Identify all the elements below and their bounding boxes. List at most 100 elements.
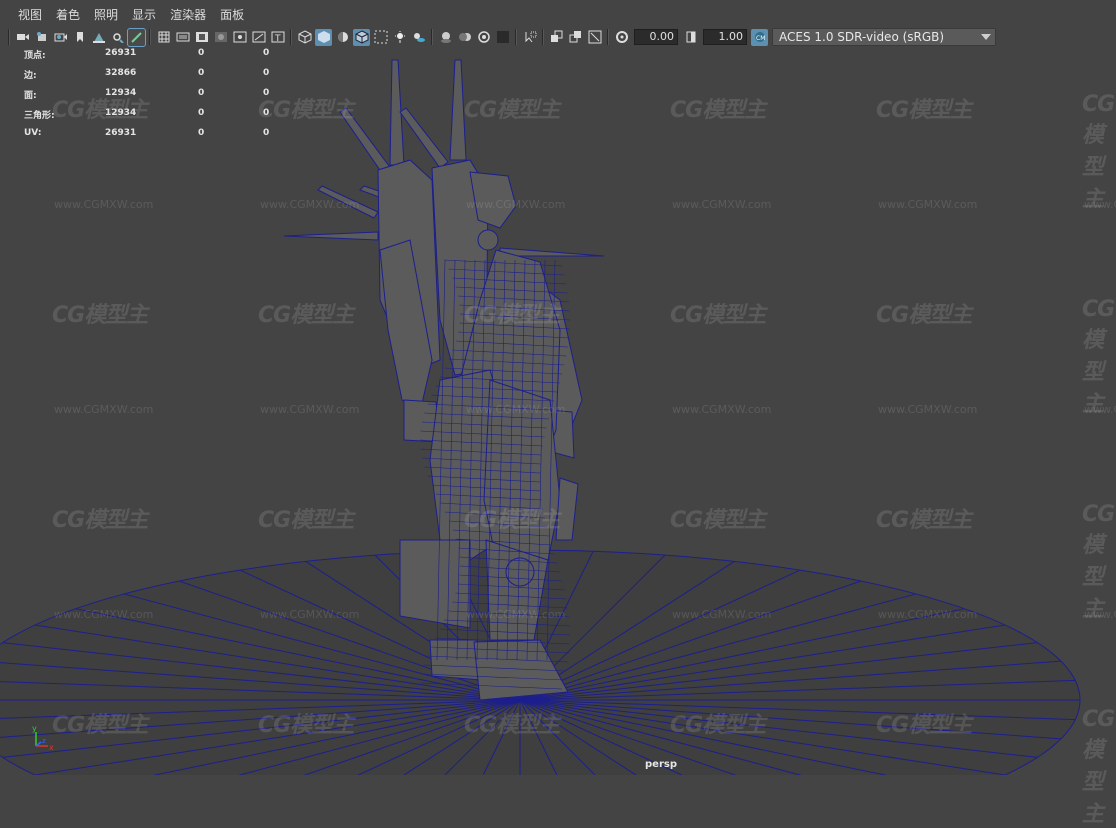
watermark-url: www.CGMXW.com bbox=[260, 608, 360, 621]
grid-icon[interactable] bbox=[155, 29, 172, 46]
resolution-gate-icon[interactable] bbox=[193, 29, 210, 46]
watermark-logo: CG模型主 bbox=[464, 713, 560, 738]
menu-lighting[interactable]: 照明 bbox=[87, 0, 125, 27]
hud-value-selected: 0 bbox=[198, 48, 205, 58]
bookmark-icon[interactable] bbox=[71, 29, 88, 46]
hip-disc bbox=[477, 229, 499, 251]
2d-pan-zoom-icon[interactable] bbox=[109, 29, 126, 46]
isolate-select-icon[interactable] bbox=[521, 29, 538, 46]
watermark-logo: CG模型主 bbox=[670, 98, 766, 123]
xray-active-icon[interactable] bbox=[567, 29, 584, 46]
watermark-logo: CG模型主 bbox=[1082, 502, 1115, 622]
knee-disc bbox=[505, 557, 535, 587]
gamma-icon[interactable] bbox=[682, 29, 699, 46]
watermark-url: www.CGMXW.com bbox=[878, 198, 978, 211]
watermark-logo: CG模型主 bbox=[258, 303, 354, 328]
depth-of-field-icon[interactable] bbox=[494, 29, 511, 46]
viewport-panel[interactable]: CG模型主 www.CGMXW.com CG模型主 www.CGMXW.com CG模型… bbox=[0, 47, 1116, 827]
watermark-logo: CG模型主 bbox=[52, 508, 148, 533]
menu-view[interactable]: 视图 bbox=[0, 0, 49, 27]
axis-x-label: x bbox=[49, 743, 54, 752]
hud-value-total: 32866 bbox=[105, 68, 137, 78]
film-gate-icon[interactable] bbox=[174, 29, 191, 46]
watermark-logo: CG模型主 bbox=[876, 508, 972, 533]
watermark-url: www.CGMXW.com bbox=[54, 403, 154, 416]
color-space-dropdown[interactable]: ACES 1.0 SDR-video (sRGB) bbox=[772, 28, 996, 46]
use-all-lights-icon[interactable] bbox=[391, 29, 408, 46]
safe-title-icon[interactable]: T bbox=[269, 29, 286, 46]
hud-value-components: 0 bbox=[263, 108, 270, 118]
hud-label: 三角形: bbox=[24, 111, 55, 121]
anti-aliasing-icon[interactable] bbox=[475, 29, 492, 46]
watermark-logo: CG模型主 bbox=[258, 713, 354, 738]
watermark-url: www.CGMXW.com bbox=[466, 198, 566, 211]
watermark-url: www.CGMXW.com bbox=[672, 198, 772, 211]
safe-action-icon[interactable] bbox=[250, 29, 267, 46]
toolbar-separator bbox=[607, 29, 609, 45]
knee-armor bbox=[555, 477, 579, 541]
watermark-logo: CG模型主 bbox=[1082, 92, 1115, 212]
smooth-shade-icon[interactable] bbox=[315, 28, 332, 46]
menu-bar: 视图 着色 照明 显示 渲染器 面板 bbox=[0, 0, 1116, 27]
hud-row-faces: 面: 12934 0 0 bbox=[24, 88, 284, 108]
menu-renderer[interactable]: 渲染器 bbox=[163, 0, 213, 27]
xray-icon[interactable] bbox=[372, 29, 389, 46]
shadows-icon[interactable] bbox=[410, 29, 427, 46]
color-space-value: ACES 1.0 SDR-video (sRGB) bbox=[779, 30, 945, 44]
hud-row-uvs: UV: 26931 0 0 bbox=[24, 128, 284, 148]
hud-label: UV: bbox=[24, 128, 42, 138]
watermark-logo: CG模型主 bbox=[670, 713, 766, 738]
select-camera-icon[interactable] bbox=[14, 29, 31, 46]
hud-row-vertices: 顶点: 26931 0 0 bbox=[24, 48, 284, 68]
watermark-url: www.CGMXW.com bbox=[466, 403, 566, 416]
hud-value-total: 12934 bbox=[105, 108, 137, 118]
watermark-logo: CG模型主 bbox=[876, 98, 972, 123]
hud-row-edges: 边: 32866 0 0 bbox=[24, 68, 284, 88]
hud-value-total: 12934 bbox=[105, 88, 137, 98]
exposure-field[interactable]: 0.00 bbox=[634, 29, 678, 45]
chevron-down-icon bbox=[981, 34, 991, 40]
image-plane-icon[interactable] bbox=[90, 29, 107, 46]
menu-panels[interactable]: 面板 bbox=[213, 0, 251, 27]
watermark-url: www.CGMXW.com bbox=[878, 403, 978, 416]
watermark-url: www.CGMXW.com bbox=[54, 608, 154, 621]
watermark-logo: CG模型主 bbox=[464, 508, 560, 533]
menu-shading[interactable]: 着色 bbox=[49, 0, 87, 27]
field-chart-icon[interactable] bbox=[231, 29, 248, 46]
xray-joints-icon[interactable] bbox=[548, 29, 565, 46]
wireframe-on-shaded-icon[interactable] bbox=[353, 28, 370, 46]
watermark-url: www.CGMXW.com bbox=[466, 608, 566, 621]
hud-value-components: 0 bbox=[263, 128, 270, 138]
toolbar-separator bbox=[431, 29, 433, 45]
watermark-logo: CG模型主 bbox=[464, 98, 560, 123]
hud-value-selected: 0 bbox=[198, 88, 205, 98]
menu-show[interactable]: 显示 bbox=[125, 0, 163, 27]
camera-lock-icon[interactable] bbox=[52, 29, 69, 46]
gate-mask-icon[interactable] bbox=[212, 29, 229, 46]
camera-frame-icon[interactable] bbox=[586, 29, 603, 46]
watermark-logo: CG模型主 bbox=[670, 303, 766, 328]
color-management-icon[interactable]: CM bbox=[751, 28, 768, 46]
motion-blur-icon[interactable] bbox=[456, 29, 473, 46]
watermark-url: www.CGMXW.com bbox=[1084, 403, 1116, 416]
watermark-url: www.CGMXW.com bbox=[878, 608, 978, 621]
default-material-icon[interactable] bbox=[334, 29, 351, 46]
grease-pencil-icon[interactable] bbox=[127, 27, 146, 47]
watermark-url: www.CGMXW.com bbox=[1084, 608, 1116, 621]
watermark-logo: CG模型主 bbox=[876, 303, 972, 328]
hud-label: 顶点: bbox=[24, 51, 46, 61]
watermark-url: www.CGMXW.com bbox=[672, 608, 772, 621]
camera-attributes-icon[interactable] bbox=[33, 29, 50, 46]
hud-value-components: 0 bbox=[263, 68, 270, 78]
ambient-occlusion-icon[interactable] bbox=[437, 29, 454, 46]
toolbar-handle[interactable] bbox=[8, 29, 10, 45]
hud-value-total: 26931 bbox=[105, 48, 137, 58]
watermark-url: www.CGMXW.com bbox=[54, 198, 154, 211]
wireframe-icon[interactable] bbox=[296, 29, 313, 46]
watermark-url: www.CGMXW.com bbox=[672, 403, 772, 416]
gamma-field[interactable]: 1.00 bbox=[703, 29, 747, 45]
svg-text:T: T bbox=[274, 34, 281, 43]
exposure-icon[interactable] bbox=[613, 29, 630, 46]
hud-label: 面: bbox=[24, 91, 37, 101]
watermark-logo: CG模型主 bbox=[876, 713, 972, 738]
